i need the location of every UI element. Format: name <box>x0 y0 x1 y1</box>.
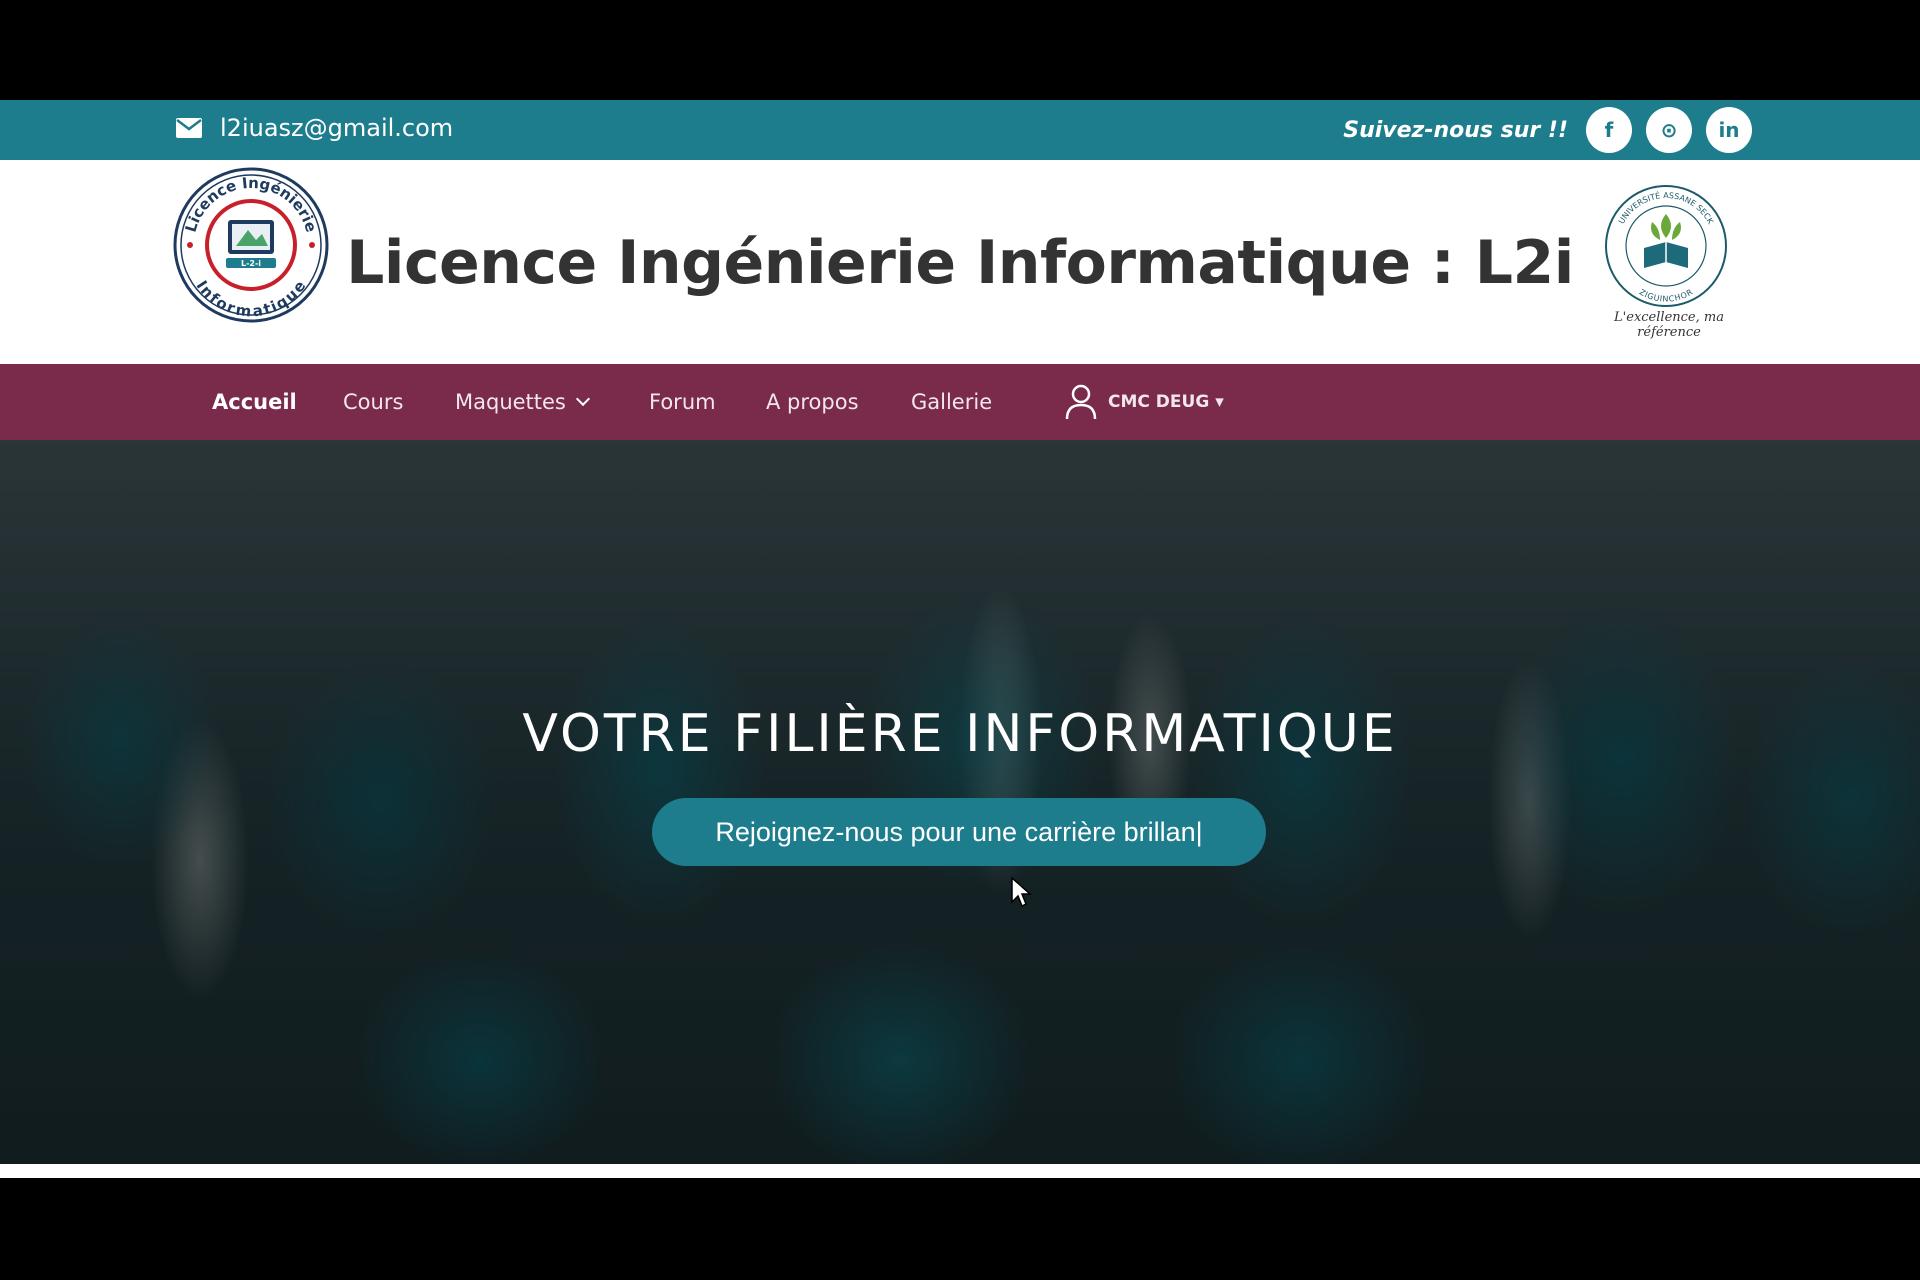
facebook-icon[interactable]: f <box>1586 107 1632 153</box>
nav-item-maquettes[interactable]: Maquettes <box>455 364 590 440</box>
mail-icon <box>176 118 202 138</box>
chevron-down-icon <box>575 391 590 407</box>
web-page: l2iuasz@gmail.com Suivez-nous sur !! f ⊙… <box>0 100 1920 1178</box>
page-bottom-strip <box>0 1164 1920 1178</box>
contact-email[interactable]: l2iuasz@gmail.com <box>176 108 453 148</box>
email-text[interactable]: l2iuasz@gmail.com <box>220 114 453 142</box>
github-icon[interactable]: ⊙ <box>1646 107 1692 153</box>
nav-item-accueil[interactable]: Accueil <box>212 364 297 440</box>
linkedin-icon[interactable]: in <box>1706 107 1752 153</box>
university-logo[interactable]: UNIVERSITÉ ASSANE SECK ZIGUINCHOR <box>1596 182 1736 308</box>
user-icon <box>1065 384 1097 420</box>
nav-item-a-propos[interactable]: A propos <box>766 364 859 440</box>
mouse-cursor-icon <box>1011 876 1032 908</box>
main-nav: Accueil Cours Maquettes Forum A propos G… <box>0 364 1920 440</box>
user-menu[interactable]: CMC DEUG ▾ <box>1064 364 1224 440</box>
university-tagline: L'excellence, ma référence <box>1614 310 1724 340</box>
top-info-bar: l2iuasz@gmail.com Suivez-nous sur !! f ⊙… <box>0 100 1920 160</box>
nav-item-forum[interactable]: Forum <box>649 364 716 440</box>
social-follow: Suivez-nous sur !! f ⊙ in <box>1343 107 1752 153</box>
nav-item-cours[interactable]: Cours <box>343 364 403 440</box>
hero-title: VOTRE FILIÈRE INFORMATIQUE <box>522 704 1398 764</box>
join-us-button[interactable]: Rejoignez-nous pour une carrière brillan… <box>652 798 1266 866</box>
letterbox-top <box>0 0 1920 100</box>
hero-banner: VOTRE FILIÈRE INFORMATIQUE Rejoignez-nou… <box>0 440 1920 1164</box>
user-name: CMC DEUG ▾ <box>1108 392 1224 412</box>
follow-text: Suivez-nous sur !! <box>1343 117 1568 143</box>
nav-item-maquettes-label: Maquettes <box>455 390 566 414</box>
site-header: L-2-i Licence Ingénierie Informatique Li… <box>0 160 1920 364</box>
nav-item-gallerie[interactable]: Gallerie <box>911 364 992 440</box>
letterbox-bottom <box>0 1178 1920 1280</box>
